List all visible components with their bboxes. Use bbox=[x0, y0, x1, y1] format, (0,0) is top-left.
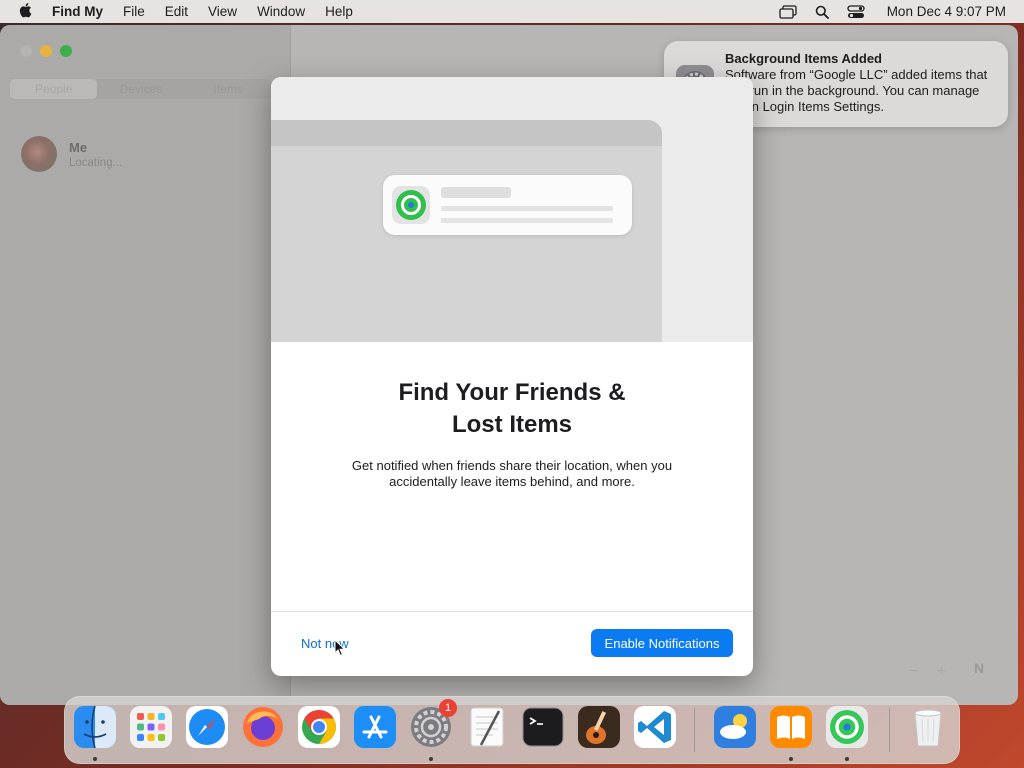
tab-segmented-control: People Devices Items bbox=[10, 79, 272, 99]
dock-item-weather[interactable] bbox=[713, 705, 757, 749]
find-my-icon bbox=[826, 706, 868, 748]
menu-view[interactable]: View bbox=[208, 4, 237, 19]
placeholder-line bbox=[441, 218, 613, 223]
apple-menu-icon[interactable] bbox=[18, 2, 32, 22]
dialog-title-line-1: Find Your Friends & bbox=[398, 379, 626, 406]
zoom-out-button[interactable]: − bbox=[909, 663, 918, 681]
notification-badge: 1 bbox=[439, 699, 457, 717]
illustration-titlebar bbox=[271, 120, 662, 146]
running-indicator bbox=[845, 757, 849, 761]
dock-item-app-store[interactable] bbox=[353, 705, 397, 749]
dock-item-find-my[interactable] bbox=[825, 705, 869, 749]
tab-devices[interactable]: Devices bbox=[97, 79, 184, 99]
dock-item-garageband[interactable] bbox=[577, 705, 621, 749]
compass-icon[interactable]: N bbox=[960, 649, 998, 687]
running-indicator bbox=[789, 757, 793, 761]
safari-icon bbox=[186, 706, 228, 748]
running-indicator bbox=[93, 757, 97, 761]
trash-icon bbox=[914, 709, 942, 747]
dock: 1 bbox=[64, 696, 960, 764]
dock-item-firefox[interactable] bbox=[241, 705, 285, 749]
person-name: Me bbox=[69, 139, 88, 155]
notification-body: Software from “Google LLC” added items t… bbox=[725, 67, 988, 114]
dock-separator bbox=[694, 708, 695, 752]
mouse-pointer-icon bbox=[334, 638, 346, 662]
control-center-icon[interactable] bbox=[847, 4, 865, 19]
dock-item-books[interactable] bbox=[769, 705, 813, 749]
dialog-title: Find Your Friends & Lost Items bbox=[271, 377, 753, 441]
zoom-in-button[interactable]: + bbox=[937, 663, 946, 681]
books-icon bbox=[770, 706, 812, 748]
divider bbox=[271, 611, 753, 612]
menu-edit[interactable]: Edit bbox=[165, 4, 188, 19]
placeholder-line bbox=[441, 187, 511, 198]
weather-icon bbox=[714, 706, 756, 748]
tab-people[interactable]: People bbox=[10, 79, 98, 99]
close-window-button[interactable] bbox=[20, 45, 32, 57]
app-store-icon bbox=[354, 706, 396, 748]
person-status: Locating... bbox=[69, 156, 123, 169]
dock-item-launchpad[interactable] bbox=[129, 705, 173, 749]
firefox-icon bbox=[243, 707, 283, 747]
find-my-icon bbox=[392, 186, 430, 224]
chrome-icon bbox=[298, 706, 340, 748]
sidebar: People Devices Items Me Locating... bbox=[0, 25, 291, 705]
dock-separator bbox=[889, 708, 890, 752]
menu-bar: Find My File Edit View Window Help Mon D… bbox=[0, 0, 1024, 23]
menu-help[interactable]: Help bbox=[325, 4, 353, 19]
running-indicator bbox=[429, 757, 433, 761]
dock-item-terminal[interactable] bbox=[521, 705, 565, 749]
launchpad-icon bbox=[130, 706, 172, 748]
minimize-window-button[interactable] bbox=[40, 45, 52, 57]
enable-notifications-button[interactable]: Enable Notifications bbox=[591, 629, 733, 657]
menu-window[interactable]: Window bbox=[257, 4, 305, 19]
dock-item-vscode[interactable] bbox=[633, 705, 677, 749]
garageband-icon bbox=[578, 706, 620, 748]
notifications-onboarding-dialog: Find Your Friends & Lost Items Get notif… bbox=[271, 77, 753, 676]
map-zoom-controls: − + bbox=[891, 663, 946, 681]
dialog-description: Get notified when friends share their lo… bbox=[351, 458, 673, 489]
dock-item-safari[interactable] bbox=[185, 705, 229, 749]
vscode-icon bbox=[634, 706, 676, 748]
avatar bbox=[21, 136, 57, 172]
menu-file[interactable]: File bbox=[123, 4, 145, 19]
dock-item-finder[interactable] bbox=[73, 705, 117, 749]
menu-bar-clock[interactable]: Mon Dec 4 9:07 PM bbox=[887, 4, 1006, 19]
dock-item-textedit[interactable] bbox=[465, 705, 509, 749]
dock-item-chrome[interactable] bbox=[297, 705, 341, 749]
tab-items[interactable]: Items bbox=[185, 79, 272, 99]
dock-item-trash[interactable] bbox=[906, 705, 950, 749]
placeholder-line bbox=[441, 206, 613, 211]
zoom-window-button[interactable] bbox=[60, 45, 72, 57]
compass-label: N bbox=[973, 660, 985, 676]
dock-item-system-settings[interactable]: 1 bbox=[409, 699, 457, 749]
screen-mirroring-icon[interactable] bbox=[779, 4, 797, 19]
list-item[interactable]: Me Locating... bbox=[21, 136, 122, 172]
spotlight-search-icon[interactable] bbox=[815, 5, 829, 19]
window-controls bbox=[20, 45, 80, 57]
menu-bar-status: Mon Dec 4 9:07 PM bbox=[761, 4, 1006, 19]
dialog-title-line-2: Lost Items bbox=[451, 411, 573, 438]
textedit-icon bbox=[470, 707, 504, 747]
hero-illustration bbox=[271, 77, 753, 342]
menu-app-name[interactable]: Find My bbox=[52, 4, 103, 19]
finder-icon bbox=[74, 705, 116, 749]
notification-title: Background Items Added bbox=[725, 51, 882, 66]
illustration-notification-card bbox=[383, 175, 632, 235]
terminal-icon bbox=[522, 707, 564, 747]
